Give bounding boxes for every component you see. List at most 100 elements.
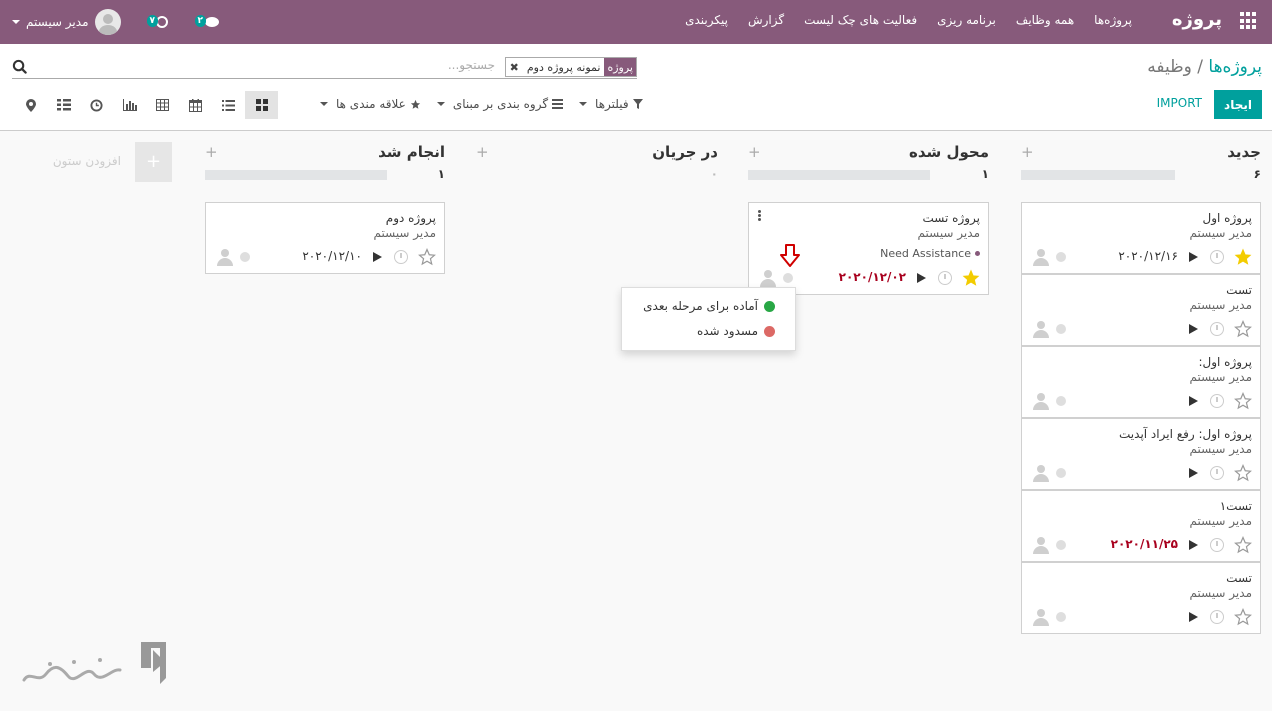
column-in-progress: در جریان + ۰ <box>476 131 718 191</box>
kanban-state-icon[interactable] <box>1056 612 1066 622</box>
favorites-dropdown[interactable]: علاقه مندی ها <box>320 97 421 111</box>
column-title[interactable]: محول شده <box>909 143 989 161</box>
groupby-dropdown[interactable]: گروه بندی بر مبنای <box>436 97 564 111</box>
facet-category: پروژه <box>604 58 636 76</box>
view-activity[interactable] <box>80 91 113 119</box>
task-card[interactable]: پروژه اول مدیر سیستم ۲۰۲۰/۱۲/۱۶ <box>1021 202 1261 274</box>
quick-create-button[interactable]: + <box>1021 143 1034 161</box>
view-map[interactable] <box>14 91 47 119</box>
create-button[interactable]: ایجاد <box>1214 90 1262 119</box>
priority-star-icon[interactable] <box>1234 607 1252 626</box>
column-count: ۶ <box>1253 167 1261 181</box>
state-blocked-option[interactable]: مسدود شده <box>697 324 775 338</box>
quick-create-button[interactable]: + <box>205 143 218 161</box>
view-list[interactable] <box>212 91 245 119</box>
menu-planning[interactable]: برنامه ریزی <box>937 13 996 27</box>
task-card[interactable]: تست مدیر سیستم <box>1021 562 1261 634</box>
add-column-button[interactable]: + <box>135 142 172 182</box>
activity-clock-icon[interactable] <box>1210 538 1224 552</box>
activity-clock-icon[interactable] <box>1210 610 1224 624</box>
timer-play-icon[interactable] <box>373 252 382 262</box>
user-avatar-icon[interactable] <box>1032 248 1050 266</box>
priority-star-icon[interactable] <box>962 269 980 287</box>
import-button[interactable]: IMPORT <box>1157 96 1202 110</box>
task-card[interactable]: تست مدیر سیستم <box>1021 274 1261 346</box>
menu-configuration[interactable]: پیکربندی <box>685 13 728 27</box>
quick-create-button[interactable]: + <box>476 143 489 161</box>
kanban-state-icon[interactable] <box>783 273 793 283</box>
user-avatar-icon[interactable] <box>1032 536 1050 554</box>
activity-badge: ۷ <box>146 15 158 27</box>
tag-label: Need Assistance <box>880 247 971 260</box>
user-avatar-icon[interactable] <box>1032 464 1050 482</box>
priority-star-icon[interactable] <box>1234 391 1252 410</box>
activity-clock-icon[interactable] <box>1210 250 1224 264</box>
timer-play-icon[interactable] <box>1189 252 1198 262</box>
kanban-state-icon[interactable] <box>240 252 250 262</box>
chevron-down-icon <box>12 20 20 24</box>
search-input[interactable] <box>195 58 495 72</box>
task-assignee: مدیر سیستم <box>1189 370 1253 384</box>
quick-create-button[interactable]: + <box>748 143 761 161</box>
view-gantt[interactable] <box>47 91 80 119</box>
task-card[interactable]: پروژه دوم مدیر سیستم ۲۰۲۰/۱۲/۱۰ <box>205 202 445 274</box>
user-avatar-icon[interactable] <box>1032 608 1050 626</box>
kanban-state-icon[interactable] <box>1056 540 1066 550</box>
kanban-state-icon[interactable] <box>1056 252 1066 262</box>
priority-star-icon[interactable] <box>418 247 436 266</box>
menu-projects[interactable]: پروژه‌ها <box>1094 13 1132 27</box>
timer-play-icon[interactable] <box>1189 324 1198 334</box>
priority-star-icon[interactable] <box>1234 535 1252 554</box>
timer-play-icon[interactable] <box>1189 468 1198 478</box>
column-title[interactable]: جدید <box>1227 143 1261 161</box>
card-menu-icon[interactable] <box>758 210 761 221</box>
user-menu[interactable]: مدیر سیستم <box>12 9 121 35</box>
user-avatar-icon[interactable] <box>216 248 234 266</box>
menu-all-tasks[interactable]: همه وظایف <box>1016 13 1074 27</box>
priority-star-icon[interactable] <box>1234 248 1252 266</box>
task-card[interactable]: تست۱ مدیر سیستم ۲۰۲۰/۱۱/۲۵ <box>1021 490 1261 562</box>
column-title[interactable]: در جریان <box>652 143 718 161</box>
state-ready-option[interactable]: آماده برای مرحله بعدی <box>643 299 775 313</box>
task-card[interactable]: پروژه اول: رفع ایراد آپدیت مدیر سیستم <box>1021 418 1261 490</box>
task-assignee: مدیر سیستم <box>1189 226 1253 240</box>
view-pivot[interactable] <box>146 91 179 119</box>
user-avatar-icon[interactable] <box>1032 392 1050 410</box>
view-graph[interactable] <box>113 91 146 119</box>
kanban-state-icon[interactable] <box>1056 396 1066 406</box>
activity-menu[interactable]: ۷ <box>146 12 173 32</box>
timer-play-icon[interactable] <box>1189 612 1198 622</box>
priority-star-icon[interactable] <box>1234 319 1252 338</box>
apps-menu-icon[interactable] <box>1238 12 1256 30</box>
breadcrumb-projects[interactable]: پروژه‌ها <box>1208 57 1262 77</box>
column-header: محول شده + ۱ <box>748 131 989 191</box>
column-title[interactable]: انجام شد <box>378 143 445 161</box>
user-avatar-icon[interactable] <box>1032 320 1050 338</box>
breadcrumb: پروژه‌ها / وظیفه <box>1147 57 1262 77</box>
timer-play-icon[interactable] <box>917 273 926 283</box>
activity-clock-icon[interactable] <box>1210 322 1224 336</box>
favorites-label: علاقه مندی ها <box>336 97 406 111</box>
view-calendar[interactable] <box>179 91 212 119</box>
messaging-menu[interactable]: ۲ <box>194 12 221 32</box>
timer-play-icon[interactable] <box>1189 396 1198 406</box>
kanban-state-icon[interactable] <box>1056 324 1066 334</box>
facet-remove-icon[interactable]: ✖ <box>506 58 523 76</box>
menu-checklist-activities[interactable]: فعالیت های چک لیست <box>804 13 917 27</box>
activity-clock-icon[interactable] <box>394 250 408 264</box>
search-bar: پروژه نمونه پروژه دوم ✖ <box>12 56 637 79</box>
priority-star-icon[interactable] <box>1234 463 1252 482</box>
activity-clock-icon[interactable] <box>1210 466 1224 480</box>
timer-play-icon[interactable] <box>1189 540 1198 550</box>
kanban-state-icon[interactable] <box>1056 468 1066 478</box>
task-tag: Need Assistance <box>880 247 980 260</box>
task-card[interactable]: پروژه اول: مدیر سیستم <box>1021 346 1261 418</box>
view-kanban[interactable] <box>245 91 278 119</box>
add-column[interactable]: + افزودن ستون <box>48 142 172 182</box>
menu-reporting[interactable]: گزارش <box>748 13 784 27</box>
filters-dropdown[interactable]: فیلترها <box>579 97 643 111</box>
activity-clock-icon[interactable] <box>938 271 952 285</box>
user-avatar-icon[interactable] <box>759 269 777 287</box>
search-icon[interactable] <box>12 59 27 74</box>
activity-clock-icon[interactable] <box>1210 394 1224 408</box>
